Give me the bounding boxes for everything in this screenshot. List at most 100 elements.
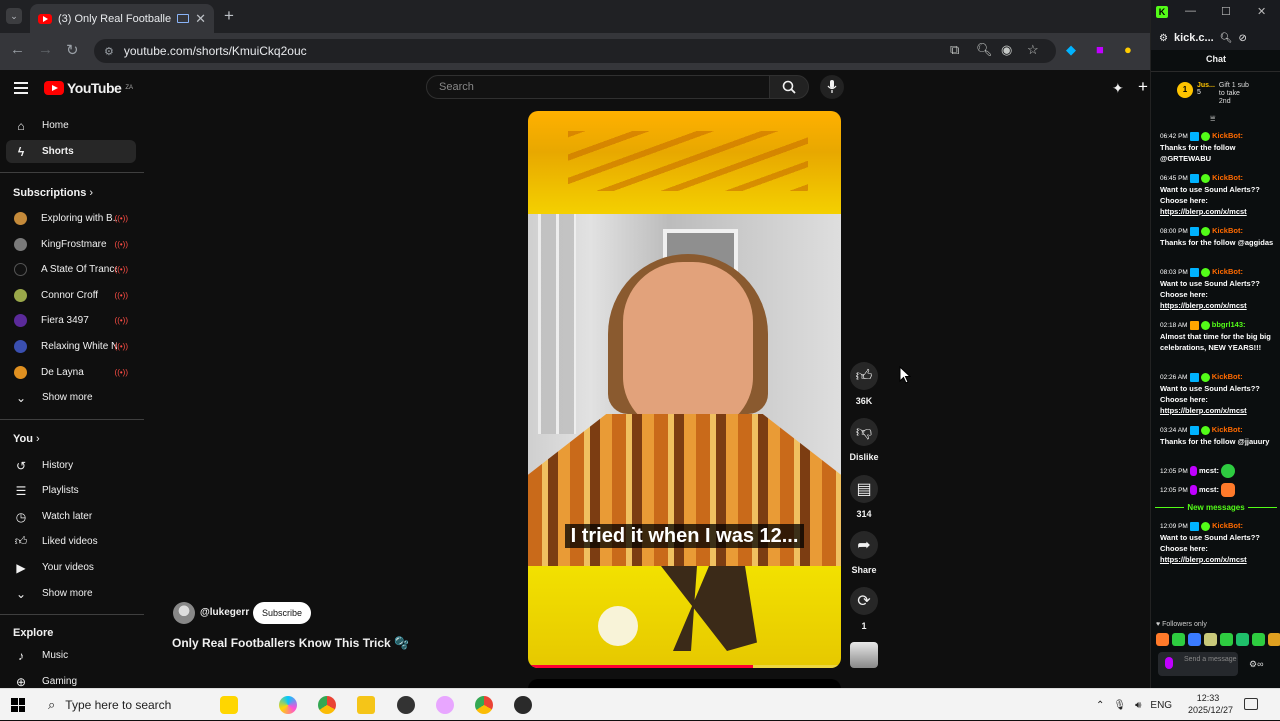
notifications-icon[interactable] — [1244, 698, 1258, 710]
subscribe-button[interactable]: Subscribe — [253, 602, 312, 624]
bookmark-star-icon[interactable]: ☆ — [1027, 42, 1039, 58]
back-button[interactable]: ← — [10, 41, 25, 58]
windows-start-icon[interactable] — [11, 698, 25, 712]
emote-icon[interactable] — [1156, 633, 1169, 646]
filter-icon[interactable]: ⩸ — [1210, 113, 1215, 124]
dislike-button[interactable]: 👎︎ Dislike — [849, 418, 879, 462]
hide-icon[interactable]: ⊘ — [1238, 33, 1246, 44]
maximize-button[interactable]: ☐ — [1221, 5, 1231, 18]
sidebar-item-your-videos[interactable]: ▶ Your videos — [6, 556, 136, 579]
tab-search-button[interactable]: ⌄ — [6, 8, 22, 24]
search-highlight-icon[interactable] — [220, 696, 238, 714]
sidebar-item-home[interactable]: ⌂ Home — [6, 114, 136, 137]
microphone-icon[interactable]: 🎙︎ — [1113, 700, 1126, 711]
emote-icon[interactable] — [1268, 633, 1280, 646]
chat-title: Chat — [1206, 54, 1226, 64]
kick-url[interactable]: kick.c... — [1174, 32, 1214, 44]
badge-icon — [1201, 521, 1211, 531]
close-window-button[interactable]: ✕ — [1257, 5, 1266, 18]
menu-icon[interactable] — [14, 82, 28, 97]
browser-tab[interactable]: (3) Only Real Footballers Kn ✕ — [30, 4, 214, 33]
channel-name[interactable]: @lukegerr — [200, 607, 249, 618]
site-settings-icon[interactable]: ⚙ — [1159, 33, 1168, 44]
taskbar-clock[interactable]: 12:33 2025/12/27 — [1188, 692, 1233, 716]
sidebar-item-subscription[interactable]: KingFrostmare ((•)) — [6, 233, 136, 256]
extension-icon[interactable]: ● — [1124, 42, 1132, 57]
tab-close-icon[interactable]: ✕ — [195, 11, 206, 27]
channel-avatar[interactable] — [173, 602, 195, 624]
chrome-icon[interactable] — [318, 696, 336, 714]
sidebar-item-subscription[interactable]: Fiera 3497 ((•)) — [6, 309, 136, 332]
sidebar-item-history[interactable]: ↺ History — [6, 454, 136, 477]
chat-message: 12:05 PM mcst: — [1160, 483, 1278, 497]
emote-icon[interactable] — [1204, 633, 1217, 646]
site-info-icon[interactable]: ⚙ — [104, 45, 114, 58]
speaker-icon[interactable]: 🔊︎ — [1135, 700, 1141, 711]
comments-button[interactable]: ▤ 314 — [849, 475, 879, 519]
new-messages-divider[interactable]: New messages — [1155, 503, 1277, 512]
sidebar-item-liked-videos[interactable]: 👍︎ Liked videos — [6, 530, 136, 553]
emote-icon[interactable] — [1220, 633, 1233, 646]
show-more-button[interactable]: ⌄ Show more — [6, 386, 136, 409]
forward-button[interactable]: → — [38, 41, 53, 58]
sidebar-item-subscription[interactable]: Connor Croff ((•)) — [6, 284, 136, 307]
pinned-gifter[interactable]: 1 Jus... 5 Gift 1 sub to take 2nd — [1177, 82, 1251, 106]
zoom-icon[interactable]: 🔍︎ — [1220, 33, 1233, 44]
address-bar[interactable]: ⚙ youtube.com/shorts/KmuiCkq2ouc — [94, 39, 1056, 63]
sidebar-item-shorts[interactable]: ϟ Shorts — [6, 140, 136, 163]
sidebar-item-subscription[interactable]: Relaxing White N... ((•)) — [6, 335, 136, 358]
sidebar-item-subscription[interactable]: De Layna ((•)) — [6, 361, 136, 384]
subscriptions-heading[interactable]: Subscriptions › — [13, 187, 93, 199]
voice-search-button[interactable] — [820, 75, 844, 99]
microphone-badge-icon — [1165, 657, 1173, 669]
install-app-icon[interactable]: ⧉ — [950, 42, 959, 58]
show-more-button[interactable]: ⌄ Show more — [6, 582, 136, 605]
remix-button[interactable]: ⟳ 1 — [849, 587, 879, 631]
progress-fill — [528, 665, 754, 668]
file-explorer-icon[interactable] — [357, 696, 375, 714]
create-button[interactable]: + — [1138, 77, 1148, 97]
zoom-icon[interactable]: 🔍︎ — [976, 42, 993, 58]
sidebar-item-watch-later[interactable]: ◷ Watch later — [6, 505, 136, 528]
chat-settings-icon[interactable]: ⚙∞ — [1249, 659, 1263, 670]
extension-icon[interactable]: ■ — [1096, 42, 1104, 57]
sidebar-item-music[interactable]: ♪ Music — [6, 644, 136, 667]
youtube-logo[interactable]: YouTube ZA — [44, 80, 133, 96]
sound-thumbnail[interactable] — [850, 642, 878, 668]
obs-icon[interactable] — [397, 696, 415, 714]
emote-icon[interactable] — [1188, 633, 1201, 646]
extension-icon[interactable]: ◆ — [1066, 42, 1076, 58]
sidebar-item-subscription[interactable]: Exploring with B... ((•)) — [6, 207, 136, 230]
emote-icon[interactable] — [1236, 633, 1249, 646]
badge-icon — [1201, 267, 1211, 277]
chat-message: 08:03 PM KickBot: Want to use Sound Aler… — [1160, 267, 1260, 310]
chrome-profile-icon[interactable] — [475, 696, 493, 714]
share-button[interactable]: ➦ Share — [849, 531, 879, 575]
minimize-button[interactable]: — — [1185, 5, 1196, 17]
emote-icon[interactable] — [1252, 633, 1265, 646]
search-button[interactable] — [769, 75, 809, 99]
badge-icon — [1189, 466, 1197, 476]
video-frame-middle — [528, 214, 841, 566]
emote-icon[interactable] — [1172, 633, 1185, 646]
short-video-player[interactable]: I tried it when I was 12... — [528, 111, 841, 668]
reload-button[interactable]: ↻ — [66, 41, 79, 59]
chevron-up-icon[interactable]: ⌃ — [1096, 700, 1104, 711]
new-tab-button[interactable]: + — [224, 6, 234, 26]
copilot-icon[interactable] — [279, 696, 297, 714]
video-progress-bar[interactable] — [528, 665, 841, 668]
tracking-protection-icon[interactable]: ◉ — [1001, 42, 1012, 58]
sidebar-item-playlists[interactable]: ☰ Playlists — [6, 479, 136, 502]
short-title[interactable]: Only Real Footballers Know This Trick 🫧 — [172, 636, 409, 650]
you-heading[interactable]: You › — [13, 433, 40, 445]
sidebar-item-subscription[interactable]: A State Of Trance ((•)) — [6, 258, 136, 281]
app-icon[interactable] — [514, 696, 532, 714]
snipping-tool-icon[interactable] — [436, 696, 454, 714]
language-indicator[interactable]: ENG — [1150, 700, 1172, 711]
chat-message: 12:09 PM KickBot: Want to use Sound Aler… — [1160, 521, 1260, 564]
like-button[interactable]: 👍︎ 36K — [849, 362, 879, 406]
ask-ai-icon[interactable]: ✦ — [1112, 80, 1124, 97]
search-input[interactable]: Search — [426, 75, 770, 99]
chevron-down-icon: ⌄ — [15, 586, 27, 601]
shorts-icon: ϟ — [17, 144, 25, 159]
